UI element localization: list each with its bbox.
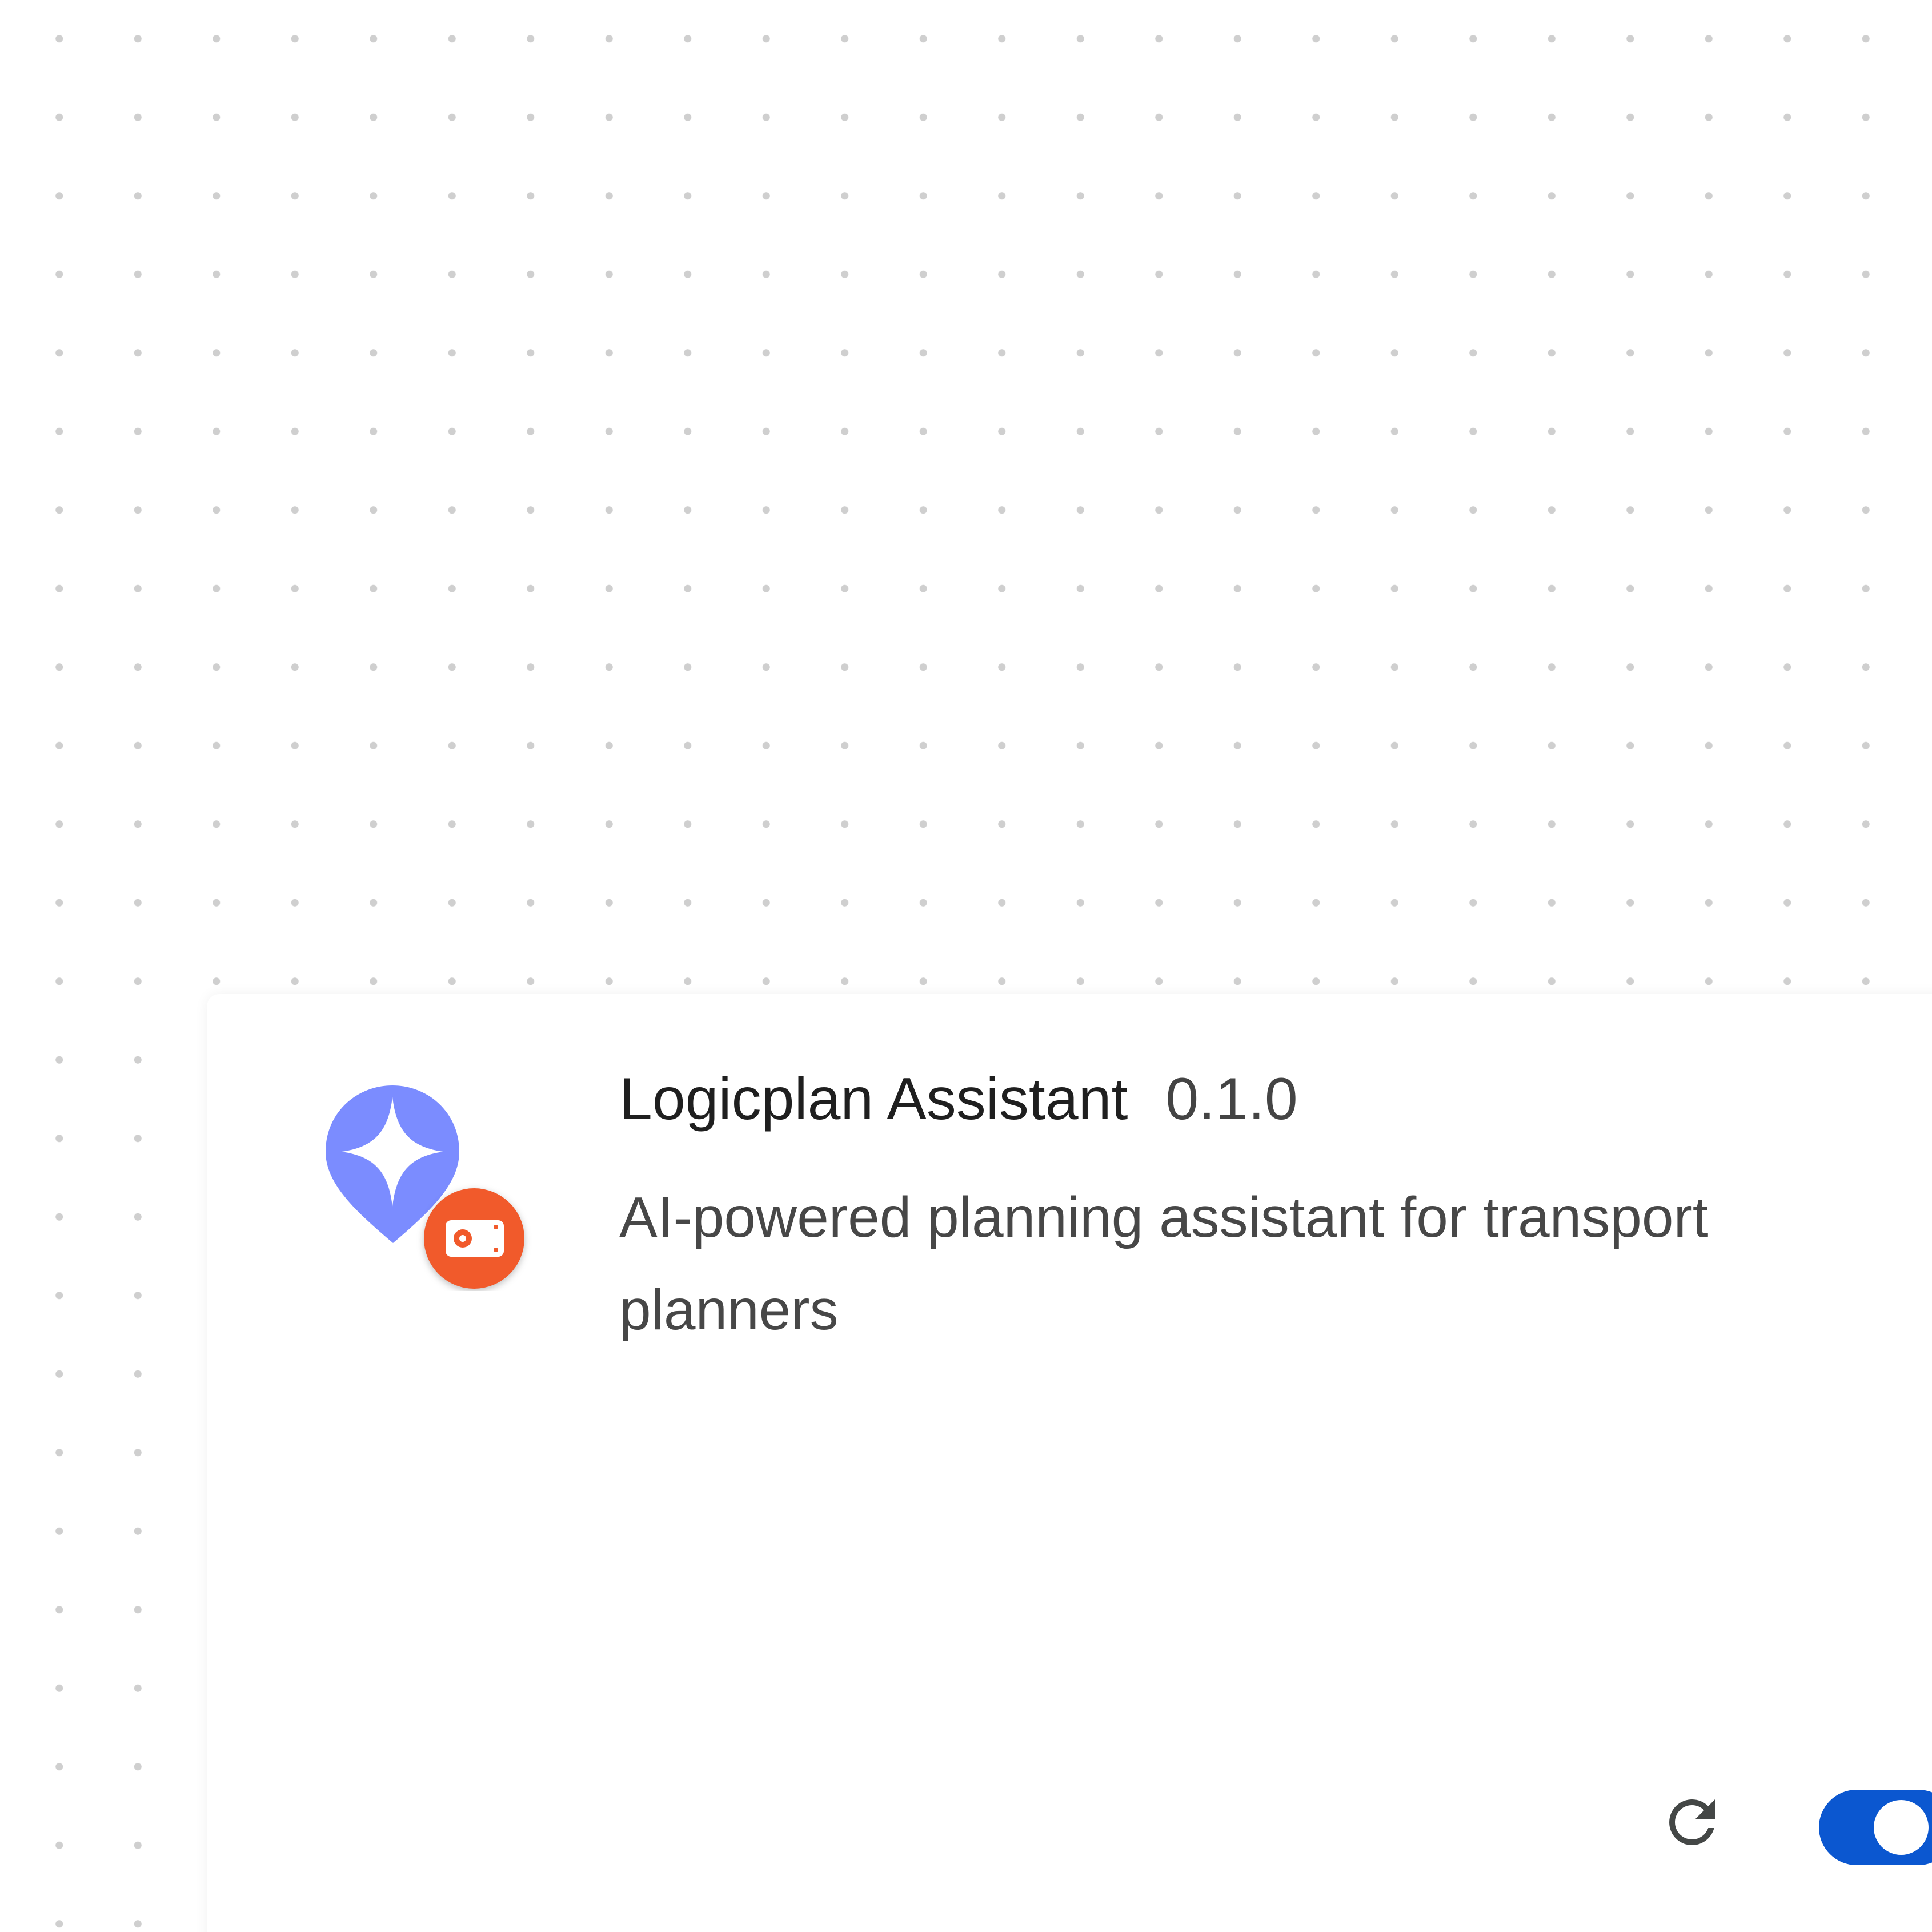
extension-card: Logicplan Assistant 0.1.0 AI-powered plan…	[207, 994, 1932, 1932]
sparkle-pin-icon	[326, 1085, 524, 1289]
unpacked-drive-badge-icon	[424, 1188, 524, 1289]
reload-icon	[1669, 1799, 1715, 1845]
toggle-knob	[1874, 1800, 1929, 1855]
reload-button[interactable]	[1652, 1782, 1732, 1862]
extension-name: Logicplan Assistant	[619, 1066, 1128, 1132]
extension-icon	[321, 1080, 532, 1291]
extension-description: AI-powered planning assistant for transp…	[619, 1185, 1709, 1342]
extension-version: 0.1.0	[1165, 1066, 1298, 1132]
enable-toggle[interactable]	[1819, 1790, 1932, 1865]
extension-title-row: Logicplan Assistant 0.1.0	[619, 1064, 1298, 1135]
